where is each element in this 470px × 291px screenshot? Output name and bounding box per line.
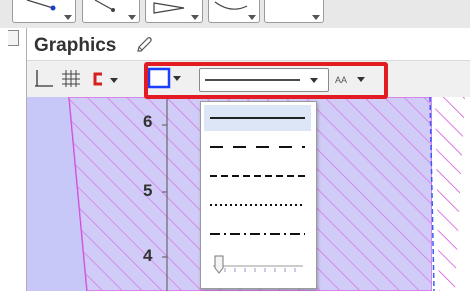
slider-thumb[interactable] [214, 255, 224, 274]
chevron-down-icon [128, 15, 136, 20]
line-style-option-dashed[interactable] [204, 163, 311, 189]
toolbar-tool-button-3[interactable] [145, 0, 203, 23]
toolbar-tool-button-1[interactable] [12, 0, 76, 23]
pencil-icon[interactable] [135, 36, 153, 54]
y-tick-label: 5 [143, 181, 153, 200]
y-tick-label: 4 [143, 246, 153, 265]
grid-icon[interactable] [59, 67, 83, 91]
toolbar-tool-button-4[interactable] [208, 0, 260, 23]
toolbar-tool-button-5[interactable] [264, 0, 324, 23]
line-thickness-slider[interactable] [209, 252, 307, 278]
point-capture-button[interactable] [89, 67, 119, 91]
graphics-panel-header: Graphics [27, 28, 470, 61]
line-style-option-long-dash[interactable] [204, 134, 311, 160]
chevron-down-icon [248, 15, 256, 20]
point-capture-icon [93, 72, 118, 86]
line-style-option-solid[interactable] [204, 105, 311, 131]
highlight-box [144, 62, 388, 99]
line-style-option-dash-dot[interactable] [204, 221, 311, 247]
panel-collapse-tab[interactable] [8, 30, 19, 46]
axes-icon[interactable] [33, 67, 55, 91]
main-toolbar-strip [0, 0, 470, 29]
chevron-down-icon [191, 15, 199, 20]
chevron-down-icon [312, 15, 320, 20]
y-tick-label: 6 [143, 112, 153, 131]
chevron-down-icon [64, 15, 72, 20]
graphics-panel-title: Graphics [34, 35, 117, 56]
left-gutter [0, 28, 26, 291]
line-style-dropdown [200, 101, 317, 289]
toolbar-tool-button-2[interactable] [82, 0, 140, 23]
line-style-option-dotted[interactable] [204, 192, 311, 218]
